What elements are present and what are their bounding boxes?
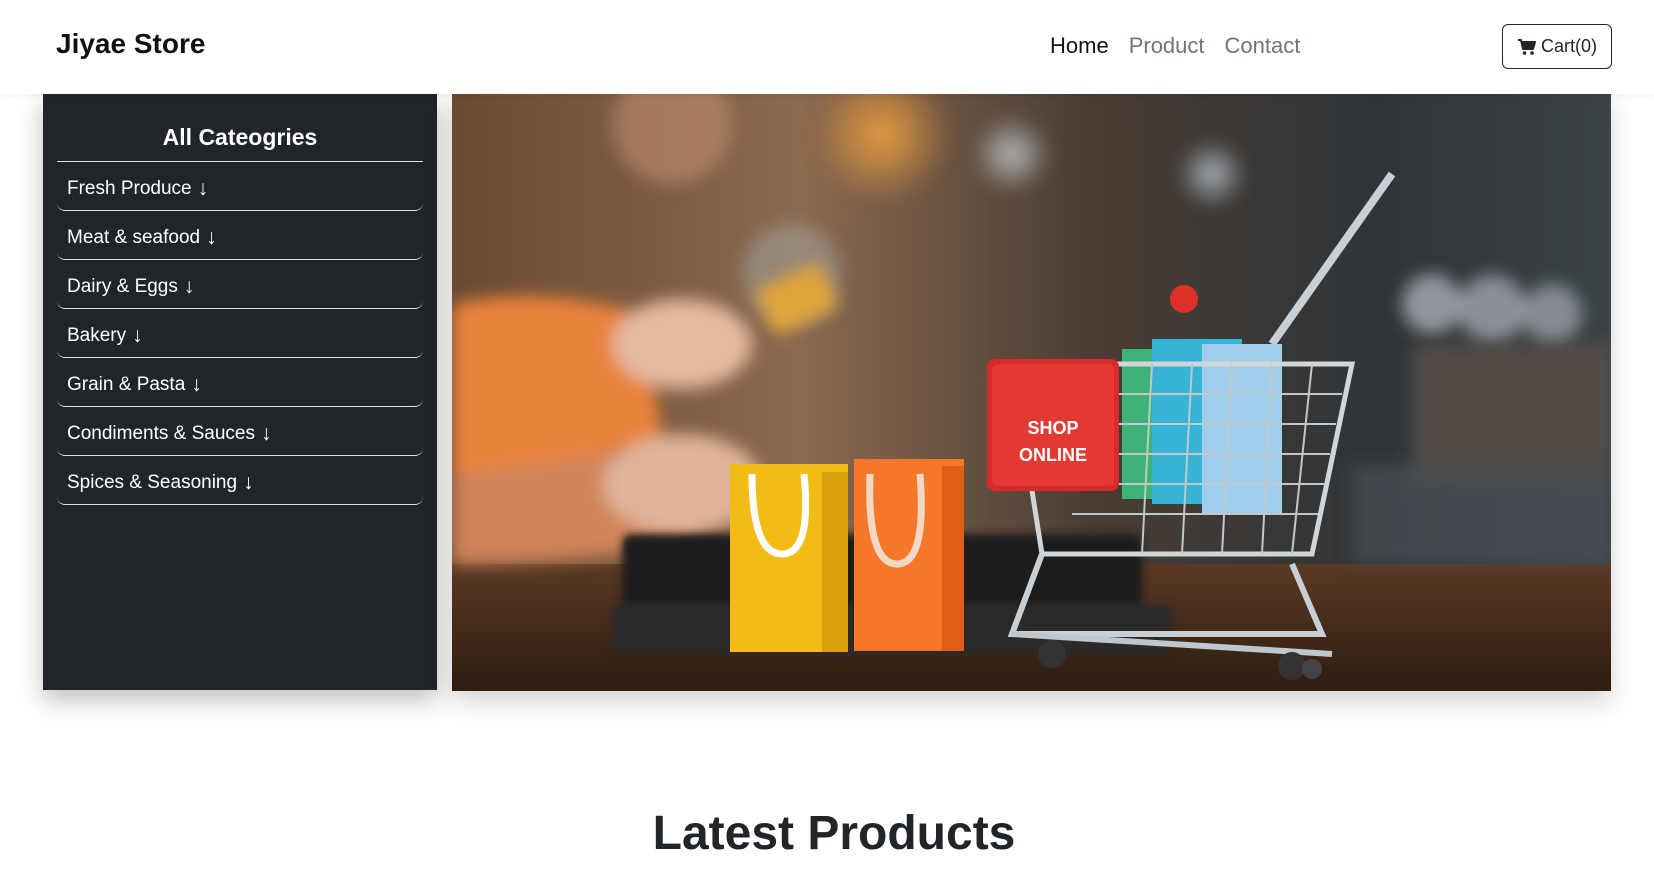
category-label: Spices & Seasoning: [67, 472, 238, 493]
cart-label: Cart(0): [1540, 36, 1597, 56]
category-label: Meat & seafood: [67, 227, 201, 248]
category-label: Grain & Pasta: [67, 374, 186, 395]
arrow-down-icon: ↓: [206, 226, 217, 249]
arrow-down-icon: ↓: [197, 177, 209, 200]
sidebar-title: All Cateogries: [57, 94, 423, 162]
category-item-bakery[interactable]: Bakery ↓: [57, 309, 423, 358]
arrow-down-icon: ↓: [191, 373, 202, 396]
category-item-condiments-sauces[interactable]: Condiments & Sauces ↓: [57, 407, 423, 456]
category-item-dairy-eggs[interactable]: Dairy & Eggs ↓: [57, 260, 423, 309]
category-item-grain-pasta[interactable]: Grain & Pasta ↓: [57, 358, 423, 407]
navbar: Jiyae Store Home Product Contact Cart(0): [0, 0, 1654, 94]
arrow-down-icon: ↓: [243, 471, 254, 494]
nav-links: Home Product Contact: [1050, 33, 1300, 59]
hero-banner-image: SHOP ONLINE: [452, 94, 1611, 691]
hero-illustration: SHOP ONLINE: [452, 94, 1611, 691]
sign-text-line2: ONLINE: [1019, 445, 1087, 465]
category-item-spices-seasoning[interactable]: Spices & Seasoning ↓: [57, 456, 423, 505]
brand-logo[interactable]: Jiyae Store: [56, 28, 205, 60]
nav-link-contact[interactable]: Contact: [1225, 33, 1301, 59]
arrow-down-icon: ↓: [261, 422, 272, 445]
cart-button[interactable]: Cart(0): [1502, 24, 1612, 69]
nav-link-home[interactable]: Home: [1050, 33, 1109, 59]
sign-text-line1: SHOP: [1027, 418, 1078, 438]
category-sidebar: All Cateogries Fresh Produce ↓ Meat & se…: [43, 94, 437, 690]
category-item-meat-seafood[interactable]: Meat & seafood ↓: [57, 211, 423, 260]
category-label: Condiments & Sauces: [67, 423, 255, 444]
category-label: Bakery: [67, 325, 127, 346]
arrow-down-icon: ↓: [183, 275, 195, 298]
section-title: Latest Products: [652, 807, 1016, 860]
category-label: Dairy & Eggs: [67, 276, 178, 297]
category-label: Fresh Produce: [67, 178, 192, 199]
arrow-down-icon: ↓: [132, 324, 143, 347]
category-item-fresh-produce[interactable]: Fresh Produce ↓: [57, 162, 423, 211]
shopping-cart-icon: [1517, 38, 1537, 56]
nav-link-product[interactable]: Product: [1129, 33, 1205, 59]
category-list: Fresh Produce ↓ Meat & seafood ↓ Dairy &…: [57, 162, 423, 505]
